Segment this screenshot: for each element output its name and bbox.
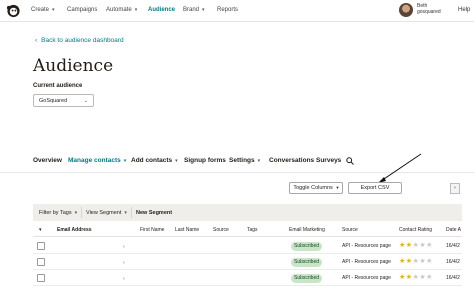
column-header[interactable]: Last Name [175, 227, 199, 233]
tab-add-contacts[interactable]: Add contacts ▾ [131, 157, 178, 164]
nav-item-reports[interactable]: Reports [217, 7, 238, 13]
star-icon[interactable]: ★ [399, 274, 406, 281]
chevron-down-icon: ▾ [123, 158, 127, 164]
date-cell: 16/4/2 [446, 259, 460, 265]
mailchimp-logo-icon[interactable] [6, 3, 21, 18]
star-icon[interactable]: ★ [399, 258, 406, 265]
nav-item-campaigns[interactable]: Campaigns [67, 7, 97, 13]
chevron-down-icon: ▾ [336, 185, 339, 190]
status-badge: Subscribed [291, 274, 323, 283]
current-audience-label: Current audience [33, 83, 83, 89]
nav-item-brand[interactable]: Brand ▾ [183, 7, 205, 13]
row-checkbox[interactable] [37, 258, 45, 266]
chevron-down-icon: ▾ [124, 210, 127, 216]
source-cell: API - Resources page [342, 259, 391, 265]
table-row[interactable]: › Subscribed API - Resources page ★★★★★ 16/4… [33, 239, 462, 254]
export-csv-button[interactable]: Export CSV [348, 182, 402, 194]
row-checkbox[interactable] [37, 242, 45, 250]
chevron-down-icon: ▾ [257, 158, 261, 164]
audience-select[interactable]: GoSquared ⌄ [33, 94, 94, 107]
star-icon[interactable]: ★ [426, 274, 433, 281]
star-icon[interactable]: ★ [406, 274, 413, 281]
star-icon[interactable]: ★ [406, 242, 413, 249]
tab-manage-contacts[interactable]: Manage contacts ▾ [68, 157, 126, 164]
chevron-down-icon: ▾ [134, 7, 138, 13]
account-menu[interactable]: Beth gosquared [417, 3, 441, 15]
source-cell: API - Resources page [342, 275, 391, 281]
chevron-down-icon: ▾ [175, 158, 178, 164]
view-segment-dropdown[interactable]: View Segment ▾ [86, 210, 127, 216]
scroll-right-button[interactable]: › [450, 183, 460, 194]
select-all-chevron-icon[interactable]: ▾ [39, 227, 42, 233]
filter-bar: Filter by Tags ▾ View Segment ▾ New Segmen… [33, 204, 462, 221]
contact-rating[interactable]: ★★★★★ [399, 273, 433, 281]
chevron-down-icon: ▾ [202, 7, 205, 13]
page-title: Audience [33, 56, 114, 76]
audience-select-value: GoSquared [39, 98, 68, 104]
tab-settings[interactable]: Settings ▾ [229, 157, 260, 164]
avatar[interactable] [399, 3, 413, 17]
tab-conversations[interactable]: Conversations [269, 157, 314, 164]
filter-by-tags-dropdown[interactable]: Filter by Tags ▾ [39, 210, 77, 216]
back-arrow-icon: ‹ [35, 37, 38, 44]
nav-item-create[interactable]: Create ▾ [31, 7, 55, 13]
user-org: gosquared [417, 9, 441, 15]
status-badge: Subscribed [291, 242, 323, 251]
chevron-right-icon[interactable]: › [123, 276, 125, 282]
chevron-down-icon: ▾ [52, 7, 55, 13]
back-link[interactable]: ‹ Back to audience dashboard [35, 37, 124, 44]
status-badge: Subscribed [291, 258, 323, 267]
table-header: ▾ Email Address First Name Last Name Sou… [33, 223, 462, 237]
column-header[interactable]: Date A [446, 227, 461, 233]
column-header[interactable]: Source [342, 227, 358, 233]
star-icon[interactable]: ★ [399, 242, 406, 249]
tab-signup-forms[interactable]: Signup forms [184, 157, 226, 164]
star-icon[interactable]: ★ [426, 242, 433, 249]
chevron-right-icon[interactable]: › [123, 260, 125, 266]
column-header[interactable]: Email Address [57, 227, 92, 233]
star-icon[interactable]: ★ [426, 258, 433, 265]
date-cell: 16/4/2 [446, 275, 460, 281]
date-cell: 16/4/2 [446, 243, 460, 249]
chevron-down-icon: ▾ [74, 210, 78, 216]
column-header[interactable]: Email Marketing [289, 227, 325, 233]
toggle-columns-label: Toggle Columns [293, 185, 333, 191]
chevron-right-icon[interactable]: › [123, 244, 125, 250]
table-row[interactable]: › Subscribed API - Resources page ★★★★★ 16/4… [33, 255, 462, 270]
divider [131, 207, 132, 218]
divider [81, 207, 82, 218]
tab-overview[interactable]: Overview [33, 157, 62, 164]
search-icon[interactable] [346, 157, 354, 165]
star-icon[interactable]: ★ [406, 258, 413, 265]
table-row[interactable]: › Subscribed API - Resources page ★★★★★ 16/4… [33, 271, 462, 286]
nav-item-automate[interactable]: Automate ▾ [106, 7, 137, 13]
row-checkbox[interactable] [37, 274, 45, 282]
tab-surveys[interactable]: Surveys [316, 157, 341, 164]
contact-rating[interactable]: ★★★★★ [399, 241, 433, 249]
column-header[interactable]: First Name [140, 227, 164, 233]
source-cell: API - Resources page [342, 243, 391, 249]
new-segment-button[interactable]: New Segment [136, 210, 172, 216]
contact-rating[interactable]: ★★★★★ [399, 257, 433, 265]
annotation-arrow-icon [378, 153, 422, 183]
column-header[interactable]: Contact Rating [399, 227, 432, 233]
chevron-right-icon: › [454, 185, 456, 191]
nav-item-audience[interactable]: Audience [148, 7, 175, 13]
column-header[interactable]: Source [213, 227, 229, 233]
back-link-label: Back to audience dashboard [41, 37, 124, 44]
help-link[interactable]: Help [458, 7, 470, 13]
toggle-columns-button[interactable]: Toggle Columns ▾ [289, 182, 343, 194]
top-navigation: Create ▾ Campaigns Automate ▾ Audience Bra… [0, 0, 474, 22]
chevron-down-icon: ⌄ [83, 98, 88, 104]
column-header[interactable]: Tags [247, 227, 258, 233]
